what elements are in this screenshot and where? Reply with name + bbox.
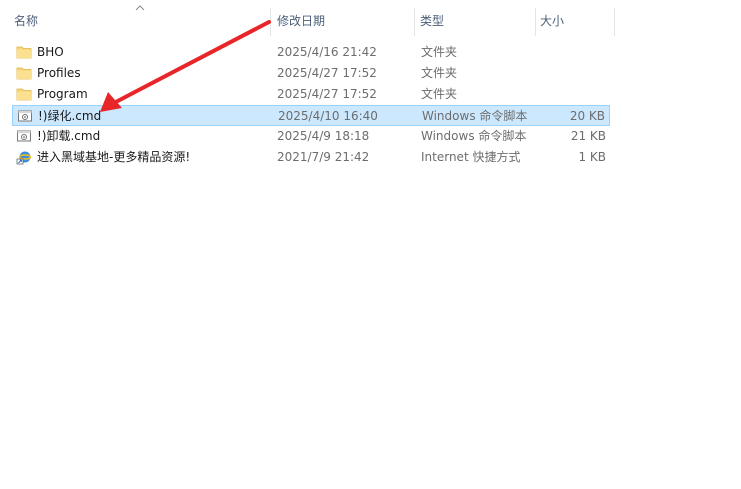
file-name: !)绿化.cmd	[38, 109, 102, 123]
column-header-modified[interactable]: 修改日期	[275, 0, 415, 40]
column-header-bar: 名称 修改日期 类型 大小	[0, 0, 741, 40]
file-type: Windows 命令脚本	[421, 129, 527, 143]
cmd-script-icon	[16, 128, 32, 144]
file-modified-date: 2025/4/10 16:40	[278, 109, 378, 123]
file-type: 文件夹	[421, 87, 458, 101]
file-modified-date: 2025/4/9 18:18	[277, 129, 370, 143]
file-size: 20 KB	[569, 109, 605, 123]
file-modified-date: 2021/7/9 21:42	[277, 150, 370, 164]
file-name: Program	[37, 87, 88, 101]
column-header-name[interactable]: 名称	[12, 0, 270, 40]
file-name: 进入黑域基地-更多精品资源!	[37, 150, 191, 164]
file-modified-date: 2025/4/16 21:42	[277, 45, 377, 59]
file-row[interactable]: Profiles 2025/4/27 17:52 文件夹	[12, 63, 610, 84]
file-name: !)卸载.cmd	[37, 129, 101, 143]
file-type: Windows 命令脚本	[422, 109, 528, 123]
file-row[interactable]: !)卸载.cmd 2025/4/9 18:18 Windows 命令脚本 21 KB	[12, 126, 610, 147]
file-type: 文件夹	[421, 45, 458, 59]
file-row[interactable]: BHO 2025/4/16 21:42 文件夹	[12, 42, 610, 63]
file-name: Profiles	[37, 66, 81, 80]
file-row[interactable]: Program 2025/4/27 17:52 文件夹	[12, 84, 610, 105]
column-divider[interactable]	[614, 8, 615, 36]
column-divider[interactable]	[270, 8, 271, 36]
cmd-script-icon	[17, 108, 33, 124]
column-divider[interactable]	[414, 8, 415, 36]
file-modified-date: 2025/4/27 17:52	[277, 87, 377, 101]
file-modified-date: 2025/4/27 17:52	[277, 66, 377, 80]
internet-shortcut-icon	[16, 149, 32, 165]
column-header-size[interactable]: 大小	[538, 0, 614, 40]
folder-icon	[16, 44, 32, 60]
file-type: Internet 快捷方式	[421, 150, 521, 164]
file-size: 1 KB	[578, 150, 606, 164]
file-row[interactable]: !)绿化.cmd 2025/4/10 16:40 Windows 命令脚本 20 KB	[12, 105, 610, 126]
column-header-type[interactable]: 类型	[418, 0, 536, 40]
folder-icon	[16, 65, 32, 81]
file-row[interactable]: 进入黑域基地-更多精品资源! 2021/7/9 21:42 Internet 快捷方…	[12, 147, 610, 168]
column-divider[interactable]	[535, 8, 536, 36]
file-size: 21 KB	[570, 129, 606, 143]
file-type: 文件夹	[421, 66, 458, 80]
folder-icon	[16, 86, 32, 102]
file-name: BHO	[37, 45, 64, 59]
